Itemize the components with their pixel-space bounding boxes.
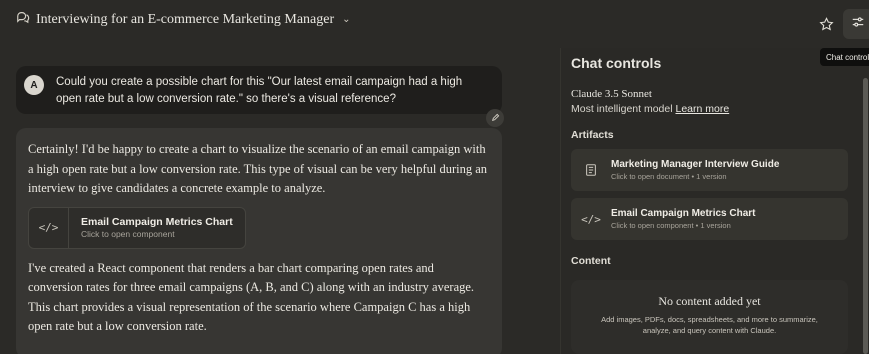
code-icon: </> (581, 212, 601, 226)
chat-controls-button[interactable] (843, 9, 869, 39)
assistant-message: Certainly! I'd be happy to create a char… (16, 128, 502, 354)
chat-controls-panel: Chat controls Claude 3.5 Sonnet Most int… (560, 48, 869, 354)
empty-description: Add images, PDFs, docs, spreadsheets, an… (601, 315, 818, 335)
model-description: Most intelligent model Learn more (571, 103, 729, 115)
chat-title: Interviewing for an E-commerce Marketing… (36, 11, 335, 27)
empty-title: No content added yet (658, 294, 761, 308)
artifact-card-metrics-chart[interactable]: </> Email Campaign Metrics Chart Click t… (571, 198, 848, 240)
user-message-text: Could you create a possible chart for th… (56, 76, 463, 105)
artifact-title: Marketing Manager Interview Guide (611, 159, 780, 170)
artifact-card-interview-guide[interactable]: Marketing Manager Interview Guide Click … (571, 149, 848, 191)
artifact-chip-metrics-chart[interactable]: </> Email Campaign Metrics Chart Click t… (28, 206, 246, 249)
chevron-down-icon: ⌄ (342, 14, 351, 25)
chat-controls-tooltip: Chat controls (820, 48, 869, 66)
artifact-subtitle: Click to open component • 1 version (611, 221, 731, 230)
pencil-icon (491, 109, 500, 127)
artifact-title: Email Campaign Metrics Chart (611, 208, 756, 219)
document-icon (571, 163, 611, 177)
assistant-paragraph: Certainly! I'd be happy to create a char… (28, 142, 488, 195)
content-label: Content (571, 255, 611, 267)
code-icon: </> (29, 206, 69, 249)
artifact-subtitle: Click to open document • 1 version (611, 172, 727, 181)
user-message: A Could you create a possible chart for … (16, 66, 502, 114)
panel-scrollbar[interactable] (863, 78, 868, 354)
model-desc-text: Most intelligent model (571, 103, 673, 115)
assistant-paragraph: I've created a React component that rend… (28, 260, 475, 334)
avatar: A (24, 75, 44, 95)
sliders-icon (851, 15, 865, 34)
learn-more-link[interactable]: Learn more (675, 103, 729, 115)
panel-title: Chat controls (571, 55, 662, 71)
artifact-chip-subtitle: Click to open component (81, 229, 175, 239)
artifact-chip-title: Email Campaign Metrics Chart (81, 216, 233, 228)
star-icon[interactable] (814, 12, 838, 36)
model-name: Claude 3.5 Sonnet (571, 88, 652, 100)
chat-title-dropdown[interactable]: Interviewing for an E-commerce Marketing… (16, 10, 351, 29)
artifacts-label: Artifacts (571, 129, 614, 141)
content-empty-state[interactable]: No content added yet Add images, PDFs, d… (571, 280, 848, 354)
edit-message-button[interactable] (486, 109, 504, 127)
chat-bubbles-icon (16, 10, 30, 29)
